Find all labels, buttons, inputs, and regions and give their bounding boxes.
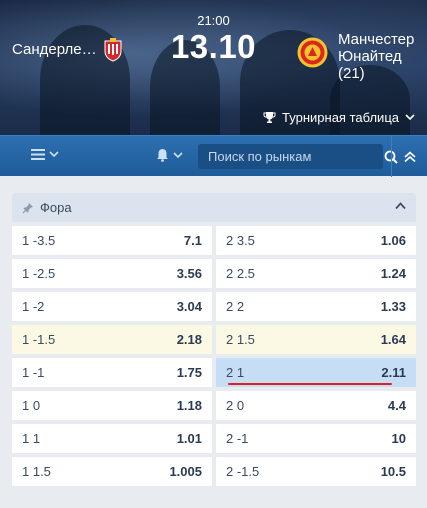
odd-value: 3.56	[176, 266, 202, 281]
chevron-down-icon	[405, 114, 415, 121]
odd-value: 1.75	[176, 365, 202, 380]
odd-value: 1.64	[380, 332, 406, 347]
odds-cell[interactable]: 1 -1 1.75	[12, 358, 212, 387]
odd-value: 1.06	[380, 233, 406, 248]
outcome-label: 1 -1.5	[22, 332, 56, 347]
odd-value: 2.18	[176, 332, 202, 347]
odd-value: 4.4	[387, 398, 406, 413]
notifications-button[interactable]	[156, 148, 183, 162]
outcome-label: 2 2.5	[226, 266, 255, 281]
handicap-market: Фора 1 -3.5 7.1 2 3.5 1.06 1 -2.5 3.56 2 2.…	[12, 193, 416, 497]
odd-value: 3.04	[176, 299, 202, 314]
odd-value: 10.5	[380, 464, 406, 479]
search-input[interactable]	[198, 144, 384, 169]
outcome-label: 2 3.5	[226, 233, 255, 248]
market-title: Фора	[40, 200, 72, 215]
outcome-label: 1 1.5	[22, 464, 51, 479]
outcome-label: 2 1.5	[226, 332, 255, 347]
chevron-down-icon	[49, 151, 59, 158]
market-menu-button[interactable]	[31, 148, 59, 161]
odd-value: 1.18	[176, 398, 202, 413]
outcome-label: 2 0	[226, 398, 245, 413]
odd-value: 1.005	[169, 464, 202, 479]
odds-cell[interactable]: 2 0 4.4	[216, 391, 416, 420]
away-team-crest-icon	[297, 37, 328, 68]
standings-link[interactable]: Турнирная таблица	[263, 110, 415, 125]
outcome-label: 1 0	[22, 398, 41, 413]
away-team-name: Манчестер Юнайтед (21)	[338, 31, 415, 82]
highlight-underline	[228, 383, 392, 385]
pin-icon	[22, 202, 33, 213]
odds-cell[interactable]: 2 -1 10	[216, 424, 416, 453]
match-header: 21:00 13.10 Сандерле… Манчестер Юнайтед …	[0, 0, 427, 135]
outcome-label: 2 -1	[226, 431, 249, 446]
odds-cell[interactable]: 2 2 1.33	[216, 292, 416, 321]
market-toolbar	[0, 135, 427, 177]
odd-value: 1.33	[380, 299, 406, 314]
bell-icon	[157, 149, 168, 162]
odds-cell[interactable]: 2 3.5 1.06	[216, 226, 416, 255]
trophy-icon	[263, 112, 276, 123]
outcome-label: 2 2	[226, 299, 245, 314]
outcome-label: 1 -2	[22, 299, 45, 314]
odds-cell[interactable]: 1 -1.5 2.18	[12, 325, 212, 354]
market-header[interactable]: Фора	[12, 193, 416, 222]
odds-cell[interactable]: 2 2.5 1.24	[216, 259, 416, 288]
chevron-down-icon	[173, 151, 183, 158]
odds-cell[interactable]: 1 1 1.01	[12, 424, 212, 453]
chevron-up-icon	[395, 202, 406, 210]
list-icon	[31, 149, 45, 160]
market-search	[198, 144, 398, 169]
odd-value: 1.01	[176, 431, 202, 446]
outcome-label: 1 -1	[22, 365, 45, 380]
odd-value: 2.11	[381, 365, 406, 380]
odds-grid: 1 -3.5 7.1 2 3.5 1.06 1 -2.5 3.56 2 2.5 1.24…	[12, 222, 416, 486]
match-time: 21:00	[197, 13, 230, 28]
odds-cell[interactable]: 1 -2 3.04	[12, 292, 212, 321]
double-chevron-up-icon	[403, 150, 416, 162]
outcome-label: 1 -3.5	[22, 233, 56, 248]
home-team-crest-icon	[104, 38, 122, 62]
collapse-button[interactable]	[391, 136, 427, 177]
standings-label: Турнирная таблица	[282, 110, 399, 125]
odds-cell-selected[interactable]: 2 1 2.11	[216, 358, 416, 387]
outcome-label: 2 -1.5	[226, 464, 260, 479]
odd-value: 1.24	[380, 266, 406, 281]
odd-value: 10	[391, 431, 406, 446]
outcome-label: 2 1	[226, 365, 245, 380]
odds-cell[interactable]: 2 1.5 1.64	[216, 325, 416, 354]
odds-cell[interactable]: 2 -1.5 10.5	[216, 457, 416, 486]
odds-cell[interactable]: 1 -3.5 7.1	[12, 226, 212, 255]
odds-cell[interactable]: 1 1.5 1.005	[12, 457, 212, 486]
outcome-label: 1 -2.5	[22, 266, 56, 281]
odd-value: 7.1	[183, 233, 202, 248]
odds-cell[interactable]: 1 -2.5 3.56	[12, 259, 212, 288]
outcome-label: 1 1	[22, 431, 41, 446]
home-team-name: Сандерле…	[12, 41, 97, 58]
odds-cell[interactable]: 1 0 1.18	[12, 391, 212, 420]
